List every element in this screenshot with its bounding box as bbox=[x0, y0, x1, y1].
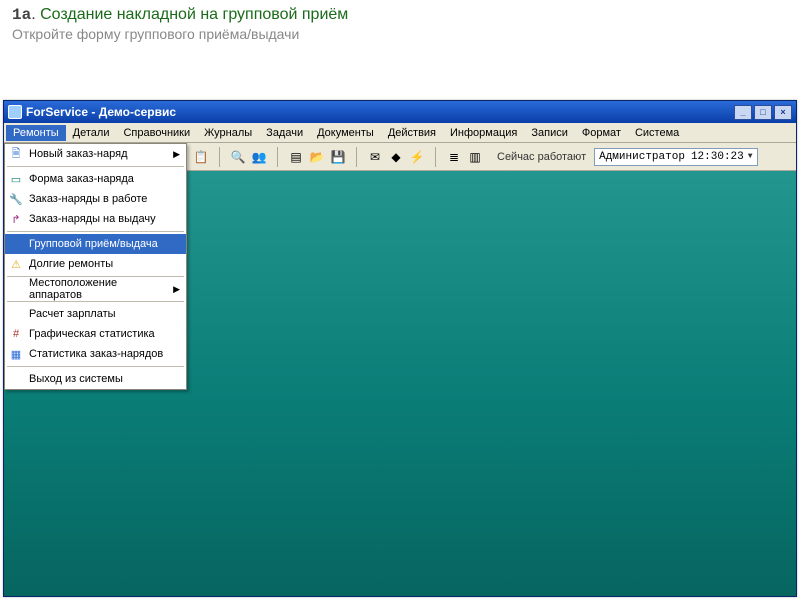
menu-repairs[interactable]: Ремонты bbox=[6, 125, 66, 141]
menu-records[interactable]: Записи bbox=[524, 125, 575, 141]
toolbar-group-find: 🔍 👥 bbox=[226, 148, 271, 166]
menu-item-logout[interactable]: Выход из системы bbox=[5, 369, 186, 389]
step-number: 1a bbox=[12, 6, 31, 24]
menu-separator bbox=[7, 231, 184, 232]
blank-icon bbox=[7, 371, 25, 387]
menu-item-orders-for-issue[interactable]: ↱ Заказ-наряды на выдачу bbox=[5, 209, 186, 229]
menu-item-salary-calc[interactable]: Расчет зарплаты bbox=[5, 304, 186, 324]
list-icon[interactable]: ≣ bbox=[445, 148, 463, 166]
calendar-icon[interactable]: ▥ bbox=[466, 148, 484, 166]
menu-item-group-intake[interactable]: Групповой приём/выдача bbox=[5, 234, 186, 254]
menu-item-label: Заказ-наряды на выдачу bbox=[29, 213, 156, 225]
menu-item-device-location[interactable]: Местоположение аппаратов ▶ bbox=[5, 279, 186, 299]
minimize-button[interactable]: _ bbox=[734, 105, 752, 120]
blank-icon bbox=[7, 236, 25, 252]
toolbar-group-comm: ✉ ◆ ⚡ bbox=[363, 148, 429, 166]
toolbar-separator bbox=[356, 147, 357, 167]
menu-format[interactable]: Формат bbox=[575, 125, 628, 141]
blank-icon bbox=[7, 306, 25, 322]
menu-item-label: Местоположение аппаратов bbox=[29, 277, 173, 301]
chart-icon: # bbox=[7, 326, 25, 342]
menu-item-order-form[interactable]: ▭ Форма заказ-наряда bbox=[5, 169, 186, 189]
window-title: ForService - Демо-сервис bbox=[26, 105, 176, 119]
titlebar[interactable]: ForService - Демо-сервис _ □ × bbox=[4, 101, 796, 123]
menu-journals[interactable]: Журналы bbox=[197, 125, 259, 141]
menu-separator bbox=[7, 366, 184, 367]
slide-subtitle: Откройте форму группового приёма/выдачи bbox=[12, 26, 788, 42]
bolt-icon[interactable]: ⚡ bbox=[408, 148, 426, 166]
close-button[interactable]: × bbox=[774, 105, 792, 120]
mail-icon[interactable]: ✉ bbox=[366, 148, 384, 166]
menu-item-graphic-stats[interactable]: # Графическая статистика bbox=[5, 324, 186, 344]
menu-item-label: Новый заказ-наряд bbox=[29, 148, 128, 160]
menu-separator bbox=[7, 166, 184, 167]
document-icon: 🗎 bbox=[7, 146, 25, 162]
table-icon: ▦ bbox=[7, 346, 25, 362]
menu-actions[interactable]: Действия bbox=[381, 125, 443, 141]
menu-information[interactable]: Информация bbox=[443, 125, 524, 141]
wrench-icon: 🔧 bbox=[7, 191, 25, 207]
menu-item-label: Долгие ремонты bbox=[29, 258, 113, 270]
tag-icon[interactable]: ◆ bbox=[387, 148, 405, 166]
submenu-arrow-icon: ▶ bbox=[173, 284, 180, 295]
menu-item-orders-in-work[interactable]: 🔧 Заказ-наряды в работе bbox=[5, 189, 186, 209]
toolbar-separator bbox=[277, 147, 278, 167]
menu-item-label: Форма заказ-наряда bbox=[29, 173, 134, 185]
warning-icon: ⚠ bbox=[7, 256, 25, 272]
toolbar-separator bbox=[435, 147, 436, 167]
chevron-down-icon: ▼ bbox=[748, 152, 753, 161]
status-label: Сейчас работают bbox=[497, 151, 586, 163]
submenu-arrow-icon: ▶ bbox=[173, 149, 180, 160]
app-window: ForService - Демо-сервис _ □ × Ремонты Д… bbox=[3, 100, 797, 597]
menubar: Ремонты Детали Справочники Журналы Задач… bbox=[4, 123, 796, 143]
maximize-button[interactable]: □ bbox=[754, 105, 772, 120]
menu-separator bbox=[7, 301, 184, 302]
menu-documents[interactable]: Документы bbox=[310, 125, 381, 141]
app-icon bbox=[8, 105, 22, 119]
menu-tasks[interactable]: Задачи bbox=[259, 125, 310, 141]
step-dot: . bbox=[31, 6, 35, 23]
menu-item-order-stats[interactable]: ▦ Статистика заказ-нарядов bbox=[5, 344, 186, 364]
menu-system[interactable]: Система bbox=[628, 125, 686, 141]
current-user-select[interactable]: Администратор 12:30:23 ▼ bbox=[594, 148, 757, 166]
window-controls: _ □ × bbox=[734, 105, 792, 120]
repairs-dropdown: 🗎 Новый заказ-наряд ▶ ▭ Форма заказ-наря… bbox=[4, 143, 187, 390]
menu-directories[interactable]: Справочники bbox=[116, 125, 197, 141]
slide-title: Создание накладной на групповой приём bbox=[40, 6, 348, 23]
slide-step: 1a. Создание накладной на групповой приё… bbox=[12, 6, 788, 24]
toolbar-group-docs: ▤ 📂 💾 bbox=[284, 148, 350, 166]
menu-details[interactable]: Детали bbox=[66, 125, 117, 141]
slide-header: 1a. Создание накладной на групповой приё… bbox=[0, 0, 800, 46]
form-icon: ▭ bbox=[7, 171, 25, 187]
menu-item-label: Заказ-наряды в работе bbox=[29, 193, 147, 205]
menu-item-label: Статистика заказ-нарядов bbox=[29, 348, 163, 360]
search-icon[interactable]: 🔍 bbox=[229, 148, 247, 166]
menu-item-label: Групповой приём/выдача bbox=[29, 238, 158, 250]
page-icon[interactable]: ▤ bbox=[287, 148, 305, 166]
current-time: 12:30:23 bbox=[691, 151, 744, 163]
current-user-value: Администратор bbox=[599, 151, 685, 163]
paste-icon[interactable]: 📋 bbox=[192, 148, 210, 166]
people-icon[interactable]: 👥 bbox=[250, 148, 268, 166]
menu-item-long-repairs[interactable]: ⚠ Долгие ремонты bbox=[5, 254, 186, 274]
issue-icon: ↱ bbox=[7, 211, 25, 227]
menu-item-label: Выход из системы bbox=[29, 373, 123, 385]
menu-item-new-order[interactable]: 🗎 Новый заказ-наряд ▶ bbox=[5, 144, 186, 164]
disk-icon[interactable]: 💾 bbox=[329, 148, 347, 166]
toolbar-separator bbox=[219, 147, 220, 167]
folder-icon[interactable]: 📂 bbox=[308, 148, 326, 166]
blank-icon bbox=[7, 281, 25, 297]
menu-item-label: Графическая статистика bbox=[29, 328, 155, 340]
menu-item-label: Расчет зарплаты bbox=[29, 308, 116, 320]
toolbar-group-report: ≣ ▥ bbox=[442, 148, 487, 166]
